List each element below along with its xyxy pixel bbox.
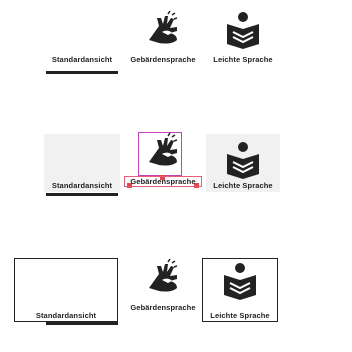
active-indicator xyxy=(46,71,118,74)
sign-language-label: Gebärdensprache xyxy=(130,55,196,64)
easy-language-icon xyxy=(227,12,259,49)
standard-view-button[interactable]: Standardansicht xyxy=(44,134,120,192)
easy-language-icon xyxy=(224,263,256,300)
sign-language-label: Gebärdensprache xyxy=(124,176,202,187)
easy-language-button[interactable]: Leichte Sprache xyxy=(202,258,278,322)
standard-view-button[interactable]: Standardansicht xyxy=(14,258,118,322)
standard-view-label: Standardansicht xyxy=(51,181,113,190)
standard-view-label: Standardansicht xyxy=(35,311,97,320)
easy-language-button[interactable]: Leichte Sprache xyxy=(206,4,280,66)
sign-language-label: Gebärdensprache xyxy=(130,303,196,312)
sign-language-button[interactable]: Gebärdensprache xyxy=(122,252,204,314)
easy-language-button[interactable]: Leichte Sprache xyxy=(206,134,280,192)
language-switcher-default: Standardansicht Gebärdensprache Leichte … xyxy=(44,4,280,84)
easy-language-icon xyxy=(227,142,259,179)
sign-language-button[interactable]: Gebärdensprache xyxy=(122,126,204,188)
easy-language-label: Leichte Sprache xyxy=(213,55,273,64)
sign-language-icon xyxy=(149,10,178,44)
easy-language-label: Leichte Sprache xyxy=(210,311,270,320)
easy-language-label: Leichte Sprache xyxy=(213,181,273,190)
sign-language-icon xyxy=(149,132,178,166)
sign-language-icon xyxy=(149,258,178,292)
active-indicator xyxy=(46,322,118,325)
language-switcher-hover: Standardansicht Gebärdensprache Leichte … xyxy=(44,126,280,206)
standard-view-button[interactable]: Standardansicht xyxy=(44,4,120,66)
language-switcher-bordered: Standardansicht Gebärdensprache Leichte … xyxy=(14,252,280,332)
sign-language-button[interactable]: Gebärdensprache xyxy=(122,4,204,66)
standard-view-label: Standardansicht xyxy=(51,55,113,64)
active-indicator xyxy=(46,193,118,196)
